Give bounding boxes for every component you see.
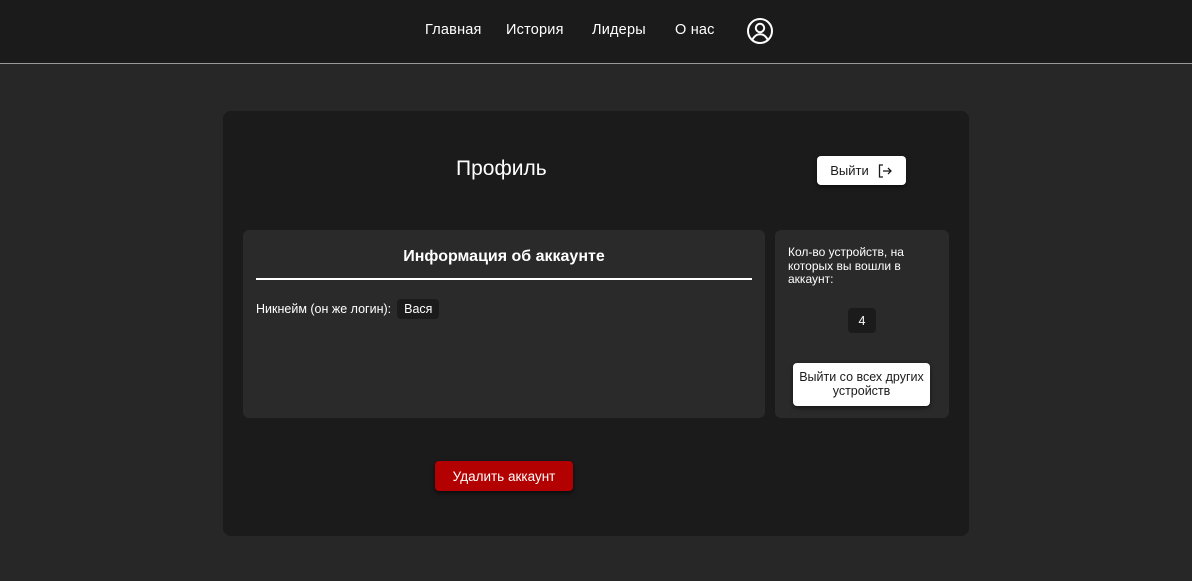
nav-link-home[interactable]: Главная [425, 22, 482, 38]
nav-link-leaders[interactable]: Лидеры [592, 22, 646, 38]
logout-arrow-icon [878, 163, 892, 178]
nickname-value: Вася [397, 299, 440, 319]
divider [256, 278, 752, 280]
logout-button[interactable]: Выйти [817, 156, 906, 185]
devices-count-badge: 4 [848, 308, 876, 333]
account-info-title: Информация об аккаунте [403, 248, 605, 265]
profile-card: Профиль Выйти Информация об аккаунте Ник… [223, 111, 969, 536]
logout-all-devices-button[interactable]: Выйти со всех других устройств [793, 363, 930, 406]
top-nav-bar: Главная История Лидеры О нас [0, 0, 1192, 64]
nav-link-about[interactable]: О нас [675, 22, 715, 38]
devices-panel: Кол-во устройств, на которых вы вошли в … [775, 230, 949, 418]
account-info-panel: Информация об аккаунте Никнейм (он же ло… [243, 230, 765, 418]
devices-label: Кол-во устройств, на которых вы вошли в … [788, 245, 904, 286]
nickname-row: Никнейм (он же логин): Вася [256, 299, 440, 319]
logout-button-label: Выйти [830, 163, 869, 178]
page-title: Профиль [456, 157, 547, 180]
nickname-label: Никнейм (он же логин): [256, 302, 392, 316]
nav-link-history[interactable]: История [506, 22, 564, 38]
delete-account-button[interactable]: Удалить аккаунт [435, 461, 573, 491]
user-circle-icon[interactable] [746, 17, 774, 45]
